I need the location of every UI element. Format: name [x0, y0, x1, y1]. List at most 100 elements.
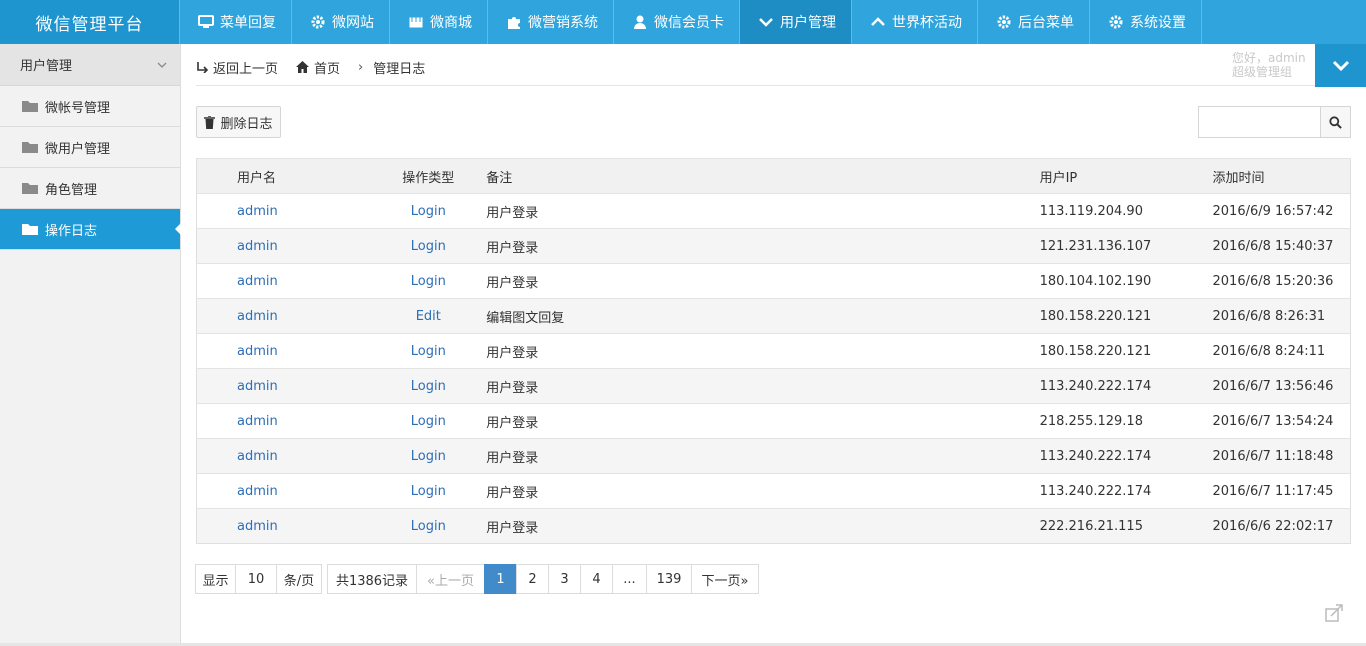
- col-added-time: 添加时间: [1212, 158, 1351, 194]
- cell-username[interactable]: admin: [196, 263, 371, 299]
- cell-added-time: 2016/6/6 22:02:17: [1212, 508, 1351, 544]
- folder-icon: [22, 183, 38, 194]
- cell-user-ip: 113.240.222.174: [1039, 473, 1213, 509]
- nav-item-menu-reply[interactable]: 菜单回复: [180, 0, 292, 44]
- back-arrow-icon: [197, 62, 208, 73]
- cell-added-time: 2016/6/7 11:18:48: [1212, 438, 1351, 474]
- cell-operation-type[interactable]: Login: [370, 438, 487, 474]
- cell-user-ip: 218.255.129.18: [1039, 403, 1213, 439]
- cell-remark: 用户登录: [486, 263, 1040, 299]
- cell-operation-type[interactable]: Login: [370, 333, 487, 369]
- cell-username[interactable]: admin: [196, 438, 371, 474]
- cell-operation-type[interactable]: Login: [370, 263, 487, 299]
- table-row[interactable]: admin Login 用户登录 113.240.222.174 2016/6/7 11…: [196, 473, 1351, 509]
- nav-item-backend-menu[interactable]: 后台菜单: [978, 0, 1090, 44]
- sidebar-item-operation-log[interactable]: 操作日志: [0, 209, 181, 250]
- cell-operation-type[interactable]: Login: [370, 228, 487, 264]
- nav-item-micro-site[interactable]: 微网站: [292, 0, 390, 44]
- page-ellipsis: ...: [612, 564, 647, 594]
- cell-added-time: 2016/6/8 15:20:36: [1212, 263, 1351, 299]
- table-header-row: 用户名 操作类型 备注 用户IP 添加时间: [196, 158, 1351, 194]
- nav-item-micro-mall[interactable]: 微商城: [390, 0, 488, 44]
- cell-username[interactable]: admin: [196, 193, 371, 229]
- search-input[interactable]: [1199, 107, 1320, 137]
- cell-remark: 用户登录: [486, 193, 1040, 229]
- cell-username[interactable]: admin: [196, 508, 371, 544]
- chevron-right-icon: ›: [358, 59, 364, 75]
- col-operation-type: 操作类型: [370, 158, 487, 194]
- puzzle-icon: [506, 14, 522, 30]
- page-button[interactable]: 2: [516, 564, 549, 594]
- prev-page-button[interactable]: «上一页: [416, 564, 485, 594]
- cell-operation-type[interactable]: Login: [370, 193, 487, 229]
- cell-user-ip: 180.158.220.121: [1039, 333, 1213, 369]
- sidebar-item-label: 微帐号管理: [45, 100, 111, 116]
- cell-operation-type[interactable]: Login: [370, 508, 487, 544]
- cell-username[interactable]: admin: [196, 403, 371, 439]
- search-button[interactable]: [1320, 107, 1350, 137]
- sidebar-item-wechat-accounts[interactable]: 微帐号管理: [0, 86, 180, 127]
- chevron-up-icon: [870, 14, 886, 30]
- cell-remark: 用户登录: [486, 228, 1040, 264]
- table-row[interactable]: admin Login 用户登录 218.255.129.18 2016/6/7 13:…: [196, 403, 1351, 439]
- page-button[interactable]: 139: [646, 564, 692, 594]
- app-title: 微信管理平台: [0, 0, 180, 44]
- nav-item-world-cup[interactable]: 世界杯活动: [852, 0, 978, 44]
- sidebar-item-wechat-users[interactable]: 微用户管理: [0, 127, 180, 168]
- page-size-select[interactable]: 10: [235, 564, 277, 594]
- cell-added-time: 2016/6/8 8:24:11: [1212, 333, 1351, 369]
- delete-label: 删除日志: [220, 116, 273, 132]
- search-icon: [1329, 115, 1342, 129]
- next-page-button[interactable]: 下一页»: [691, 564, 759, 594]
- back-link[interactable]: 返回上一页: [196, 58, 278, 77]
- sidebar-item-roles[interactable]: 角色管理: [0, 168, 180, 209]
- cell-username[interactable]: admin: [196, 368, 371, 404]
- expand-icon[interactable]: [1323, 602, 1345, 624]
- cell-added-time: 2016/6/9 16:57:42: [1212, 193, 1351, 229]
- cell-username[interactable]: admin: [196, 298, 371, 334]
- page-button[interactable]: 3: [548, 564, 581, 594]
- cell-operation-type[interactable]: Login: [370, 403, 487, 439]
- cell-operation-type[interactable]: Edit: [370, 298, 487, 334]
- table-row[interactable]: admin Login 用户登录 113.240.222.174 2016/6/7 11…: [196, 438, 1351, 474]
- chevron-down-icon: [157, 62, 167, 68]
- home-label: 首页: [314, 61, 341, 77]
- nav-item-marketing[interactable]: 微营销系统: [488, 0, 614, 44]
- table-row[interactable]: admin Login 用户登录 180.104.102.190 2016/6/8 15…: [196, 263, 1351, 299]
- nav-label: 菜单回复: [220, 15, 276, 31]
- table-row[interactable]: admin Login 用户登录 222.216.21.115 2016/6/6 22:…: [196, 508, 1351, 544]
- sidebar-header-label: 用户管理: [20, 59, 73, 74]
- cell-operation-type[interactable]: Login: [370, 473, 487, 509]
- cell-operation-type[interactable]: Login: [370, 368, 487, 404]
- nav-label: 后台菜单: [1018, 15, 1074, 31]
- delete-log-button[interactable]: 删除日志: [196, 106, 281, 138]
- gear-icon: [1108, 14, 1124, 30]
- table-body: admin Login 用户登录 113.119.204.90 2016/6/9 16:…: [196, 193, 1351, 544]
- nav-item-member-card[interactable]: 微信会员卡: [614, 0, 740, 44]
- cell-added-time: 2016/6/7 13:56:46: [1212, 368, 1351, 404]
- table-row[interactable]: admin Login 用户登录 121.231.136.107 2016/6/8 15…: [196, 228, 1351, 264]
- cell-user-ip: 180.104.102.190: [1039, 263, 1213, 299]
- user-menu-toggle[interactable]: [1315, 44, 1366, 87]
- cell-remark: 编辑图文回复: [486, 298, 1040, 334]
- page-button[interactable]: 1: [484, 564, 517, 594]
- table-row[interactable]: admin Login 用户登录 113.119.204.90 2016/6/9 16:…: [196, 193, 1351, 229]
- trash-icon: [204, 115, 216, 129]
- col-remark: 备注: [486, 158, 1040, 194]
- nav-item-system-settings[interactable]: 系统设置: [1090, 0, 1202, 44]
- cell-added-time: 2016/6/7 11:17:45: [1212, 473, 1351, 509]
- cell-remark: 用户登录: [486, 473, 1040, 509]
- cell-username[interactable]: admin: [196, 333, 371, 369]
- page-button[interactable]: 4: [580, 564, 613, 594]
- sidebar-header[interactable]: 用户管理: [0, 44, 180, 86]
- cell-username[interactable]: admin: [196, 473, 371, 509]
- table-row[interactable]: admin Edit 编辑图文回复 180.158.220.121 2016/6/8 8…: [196, 298, 1351, 334]
- nav-item-user-management[interactable]: 用户管理: [740, 0, 852, 44]
- cell-user-ip: 113.119.204.90: [1039, 193, 1213, 229]
- home-link[interactable]: 首页: [296, 58, 340, 77]
- gear-icon: [996, 14, 1012, 30]
- table-row[interactable]: admin Login 用户登录 180.158.220.121 2016/6/8 8:…: [196, 333, 1351, 369]
- cell-username[interactable]: admin: [196, 228, 371, 264]
- table-row[interactable]: admin Login 用户登录 113.240.222.174 2016/6/7 13…: [196, 368, 1351, 404]
- search-box: [1198, 106, 1351, 138]
